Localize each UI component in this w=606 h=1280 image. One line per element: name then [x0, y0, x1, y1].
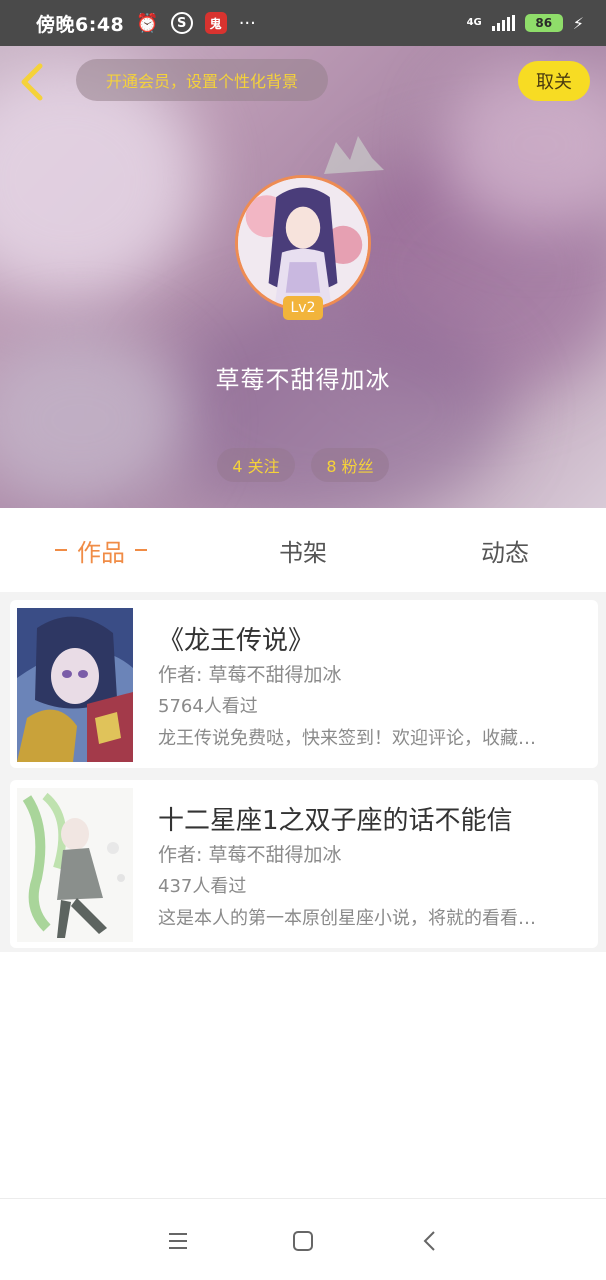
more-dots-icon: ···	[238, 12, 256, 34]
work-author: 作者: 草莓不甜得加冰	[158, 664, 342, 686]
work-cover-image	[17, 788, 133, 942]
username: 草莓不甜得加冰	[215, 366, 391, 394]
tab-works-label: 作品	[77, 538, 125, 567]
level-badge: Lv2	[283, 296, 323, 320]
vip-background-banner[interactable]: 开通会员，设置个性化背景	[76, 59, 328, 101]
back-arrow-icon	[21, 63, 43, 101]
tab-bookshelf-label: 书架	[279, 538, 327, 567]
tab-indicator	[55, 549, 67, 551]
tab-bookshelf[interactable]: 书架	[202, 508, 404, 592]
work-cover-image	[17, 608, 133, 762]
alarm-icon: ⏰	[136, 12, 159, 34]
work-title: 《龙王传说》	[158, 626, 315, 656]
work-views: 5764人看过	[158, 696, 258, 717]
charging-icon: ⚡	[572, 13, 584, 33]
profile-header: 傍晚6:48 ⏰ S 鬼 ··· 4G 86 ⚡ 开通会员，设置个性化背景 取关	[0, 0, 606, 508]
work-author: 作者: 草莓不甜得加冰	[158, 844, 342, 866]
sogou-icon: S	[170, 12, 193, 34]
back-button[interactable]	[14, 60, 54, 104]
fans-count[interactable]: 8 粉丝	[311, 448, 389, 482]
work-card[interactable]: 十二星座1之双子座的话不能信 作者: 草莓不甜得加冰 437人看过 这是本人的第…	[10, 780, 598, 948]
menu-button[interactable]	[160, 1223, 196, 1259]
nav-back-icon	[423, 1231, 435, 1251]
home-button[interactable]	[285, 1223, 321, 1259]
nav-back-button[interactable]	[412, 1223, 448, 1259]
tab-activity-label: 动态	[481, 538, 529, 567]
signal-icon	[491, 15, 515, 31]
status-bar: 傍晚6:48 ⏰ S 鬼 ··· 4G 86 ⚡	[0, 0, 606, 46]
work-title: 十二星座1之双子座的话不能信	[158, 806, 513, 836]
battery-icon: 86	[524, 14, 563, 32]
system-nav-bar	[0, 1198, 606, 1280]
tab-activity[interactable]: 动态	[404, 508, 606, 592]
background-blur	[0, 330, 190, 508]
work-description: 龙王传说免费哒，快来签到！欢迎评论，收藏…	[158, 728, 536, 749]
home-square-icon	[293, 1231, 313, 1251]
app-notification-icon: 鬼	[204, 12, 227, 34]
profile-tabs: 作品 书架 动态	[0, 508, 606, 592]
avatar-image	[238, 178, 368, 308]
following-count[interactable]: 4 关注	[217, 448, 295, 482]
unfollow-button[interactable]: 取关	[518, 61, 590, 101]
work-description: 这是本人的第一本原创星座小说，将就的看看…	[158, 908, 536, 929]
tab-indicator	[135, 549, 147, 551]
status-time: 傍晚6:48	[36, 13, 125, 36]
avatar[interactable]	[235, 175, 371, 311]
tab-works[interactable]: 作品	[0, 508, 202, 592]
work-views: 437人看过	[158, 876, 247, 897]
work-card[interactable]: 《龙王传说》 作者: 草莓不甜得加冰 5764人看过 龙王传说免费哒，快来签到！…	[10, 600, 598, 768]
cover-illustration	[17, 788, 133, 942]
menu-icon	[169, 1233, 187, 1249]
cover-illustration	[17, 608, 133, 762]
works-list: 《龙王传说》 作者: 草莓不甜得加冰 5764人看过 龙王传说免费哒，快来签到！…	[0, 592, 606, 952]
network-type: 4G	[466, 17, 482, 28]
